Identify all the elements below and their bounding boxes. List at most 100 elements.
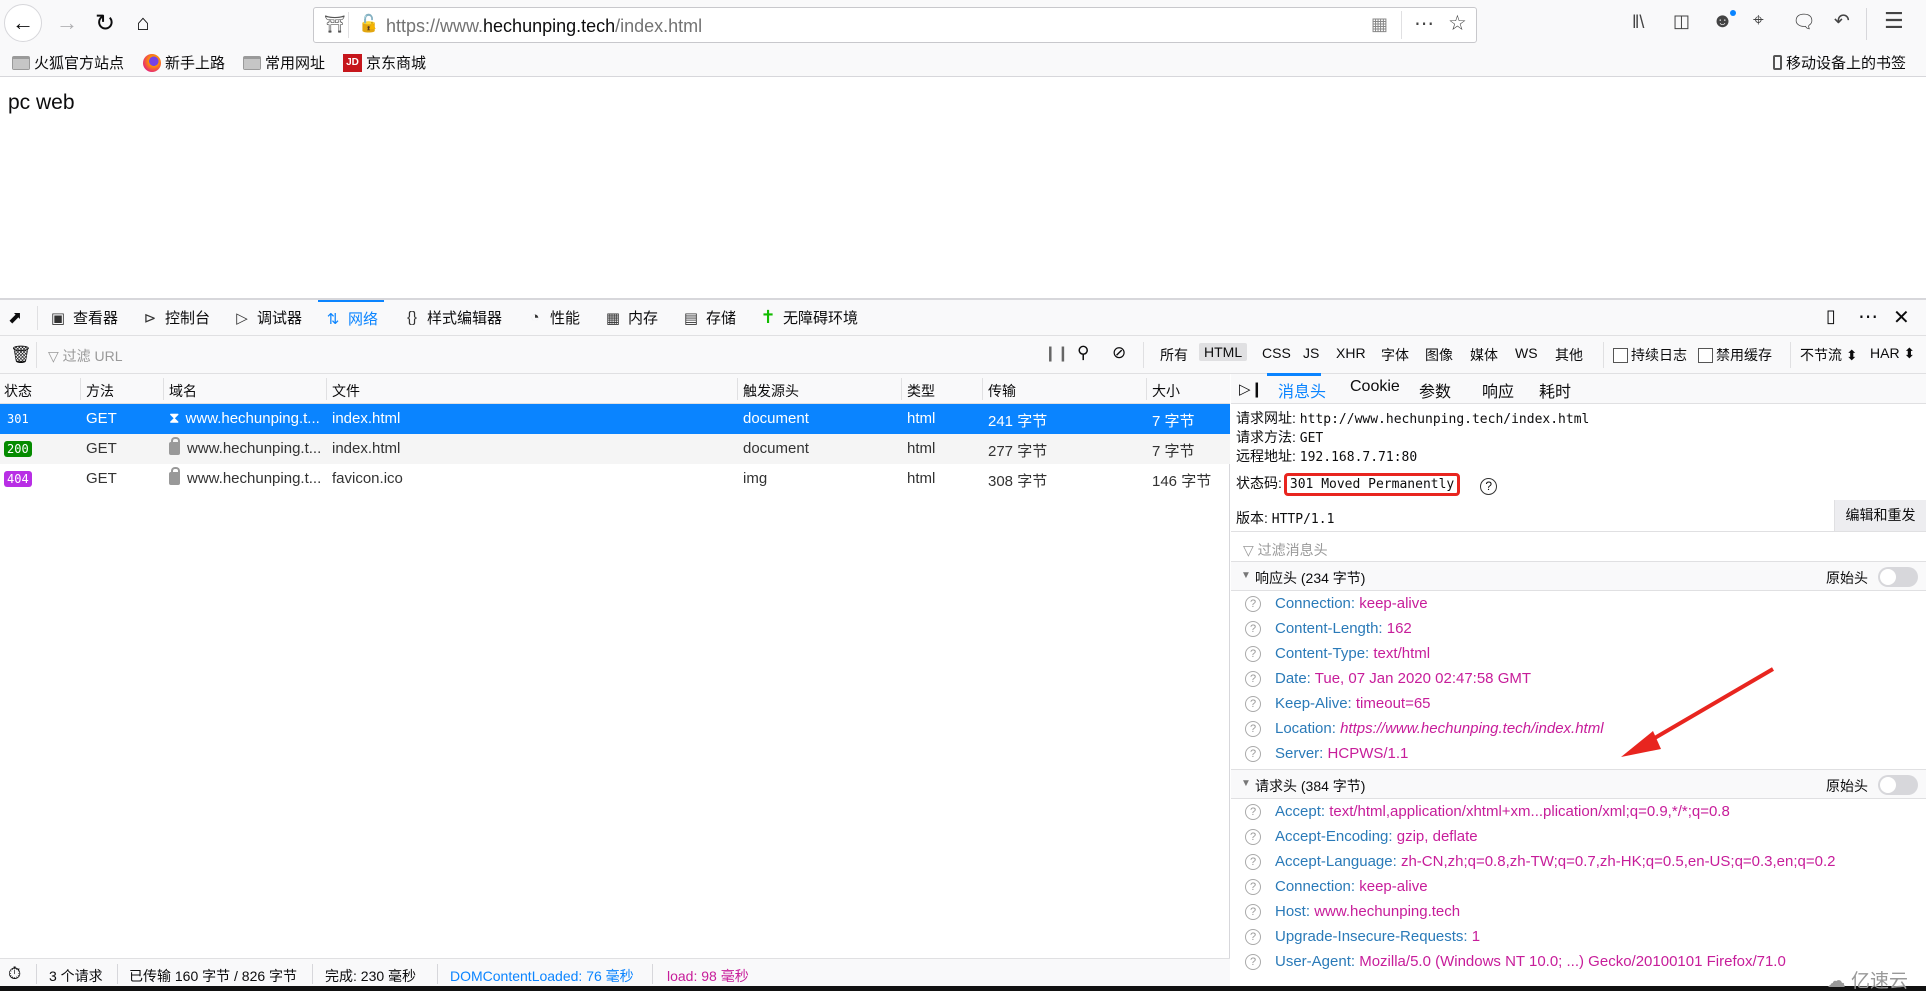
- response-headers-section[interactable]: ▼ 响应头 (234 字节) 原始头: [1231, 561, 1926, 591]
- library-icon[interactable]: ‖\: [1632, 12, 1644, 33]
- filter-ws[interactable]: WS: [1515, 345, 1538, 361]
- toggle-sidebar-icon[interactable]: ▷❙: [1239, 380, 1263, 398]
- header-row[interactable]: ? Accept: text/html,application/xhtml+xm.…: [1231, 801, 1926, 826]
- home-button[interactable]: ⌂: [126, 6, 160, 40]
- column-size[interactable]: 大小: [1152, 381, 1180, 401]
- header-row[interactable]: ? Content-Type: text/html: [1231, 643, 1926, 668]
- request-row[interactable]: 301 GET ⧗ www.hechunping.t... index.html …: [0, 404, 1230, 434]
- account-icon[interactable]: ☻: [1712, 10, 1737, 33]
- raw-headers-toggle[interactable]: [1878, 775, 1918, 795]
- header-row[interactable]: ? Connection: keep-alive: [1231, 876, 1926, 901]
- qr-code-icon[interactable]: ▦: [1371, 14, 1388, 35]
- help-icon[interactable]: ?: [1245, 904, 1261, 920]
- filter-url-input[interactable]: ▽ 过滤 URL: [48, 346, 123, 366]
- column-divider[interactable]: [901, 378, 902, 400]
- header-row[interactable]: ? Connection: keep-alive: [1231, 593, 1926, 618]
- reload-button[interactable]: ↻: [88, 6, 122, 40]
- help-icon[interactable]: ?: [1245, 596, 1261, 612]
- tab-storage[interactable]: ▤ 存储: [682, 300, 736, 335]
- help-icon[interactable]: ?: [1480, 478, 1498, 495]
- header-row[interactable]: ? Date: Tue, 07 Jan 2020 02:47:58 GMT: [1231, 668, 1926, 693]
- help-icon[interactable]: ?: [1245, 854, 1261, 870]
- filter-fonts[interactable]: 字体: [1381, 345, 1409, 365]
- column-divider[interactable]: [1146, 378, 1147, 400]
- filter-headers-input[interactable]: ▽ 过滤消息头: [1231, 531, 1926, 561]
- request-row[interactable]: 404 GET www.hechunping.t... favicon.ico …: [0, 464, 1230, 494]
- tab-console[interactable]: ⊳ 控制台: [141, 300, 210, 335]
- tab-network[interactable]: ⇅ 网络: [318, 300, 385, 335]
- pause-icon[interactable]: ❙❙: [1044, 344, 1069, 362]
- help-icon[interactable]: ?: [1245, 671, 1261, 687]
- page-actions-menu-icon[interactable]: ⋯: [1414, 11, 1434, 36]
- header-row[interactable]: ? Upgrade-Insecure-Requests: 1: [1231, 926, 1926, 951]
- undo-icon[interactable]: ↶: [1834, 10, 1850, 33]
- mobile-bookmarks[interactable]: 移动设备上的书签: [1772, 52, 1906, 73]
- filter-all[interactable]: 所有: [1160, 345, 1188, 365]
- element-picker-icon[interactable]: ⬈: [8, 308, 22, 328]
- help-icon[interactable]: ?: [1245, 954, 1261, 970]
- forward-button[interactable]: →: [50, 6, 84, 40]
- tab-timings[interactable]: 耗时: [1539, 378, 1571, 402]
- header-row[interactable]: ? Server: HCPWS/1.1: [1231, 743, 1926, 768]
- bookmark-item[interactable]: 常用网址: [243, 52, 325, 73]
- header-row[interactable]: ? Accept-Encoding: gzip, deflate: [1231, 826, 1926, 851]
- disable-cache-checkbox[interactable]: 禁用缓存: [1698, 345, 1772, 365]
- tab-inspector[interactable]: ▣ 查看器: [49, 300, 118, 335]
- block-icon[interactable]: ⊘: [1112, 343, 1126, 363]
- help-icon[interactable]: ?: [1245, 746, 1261, 762]
- column-cause[interactable]: 触发源头: [743, 381, 799, 401]
- har-menu[interactable]: HAR ⬍: [1870, 345, 1915, 362]
- search-icon[interactable]: ⚲: [1077, 343, 1089, 363]
- close-devtools-icon[interactable]: ✕: [1893, 305, 1910, 330]
- header-row[interactable]: ? User-Agent: Mozilla/5.0 (Windows NT 10.…: [1231, 951, 1926, 976]
- sidebar-icon[interactable]: ◫: [1673, 11, 1690, 32]
- tab-memory[interactable]: ▦ 内存: [604, 300, 658, 335]
- tab-style-editor[interactable]: {} 样式编辑器: [403, 300, 502, 335]
- tab-performance[interactable]: ◔ 性能: [526, 300, 580, 335]
- url-bar[interactable]: ⛩ 🔓 ▲ https://www.hechunping.tech/index.h…: [313, 7, 1477, 43]
- help-icon[interactable]: ?: [1245, 829, 1261, 845]
- filter-css[interactable]: CSS: [1262, 345, 1291, 361]
- filter-other[interactable]: 其他: [1555, 345, 1583, 365]
- tab-response[interactable]: 响应: [1482, 378, 1514, 402]
- column-domain[interactable]: 域名: [169, 381, 197, 401]
- tab-headers[interactable]: 消息头: [1278, 378, 1326, 402]
- bookmark-item[interactable]: JD 京东商城: [343, 52, 426, 73]
- tab-cookies[interactable]: Cookie: [1350, 378, 1400, 396]
- help-icon[interactable]: ?: [1245, 721, 1261, 737]
- url-text[interactable]: https://www.hechunping.tech/index.html: [386, 16, 702, 37]
- tab-debugger[interactable]: ▷ 调试器: [233, 300, 302, 335]
- help-icon[interactable]: ?: [1245, 696, 1261, 712]
- edit-and-resend-button[interactable]: 编辑和重发: [1834, 500, 1926, 531]
- help-icon[interactable]: ?: [1245, 804, 1261, 820]
- filter-media[interactable]: 媒体: [1470, 345, 1498, 365]
- column-file[interactable]: 文件: [332, 381, 360, 401]
- column-divider[interactable]: [163, 378, 164, 400]
- header-row[interactable]: ? Location: https://www.hechunping.tech/i…: [1231, 718, 1926, 743]
- header-row[interactable]: ? Content-Length: 162: [1231, 618, 1926, 643]
- filter-images[interactable]: 图像: [1425, 345, 1453, 365]
- column-method[interactable]: 方法: [86, 381, 114, 401]
- column-divider[interactable]: [326, 378, 327, 400]
- insecure-lock-icon[interactable]: 🔓 ▲: [358, 14, 379, 34]
- column-status[interactable]: 状态: [4, 381, 32, 401]
- hamburger-menu-icon[interactable]: ☰: [1884, 8, 1904, 34]
- column-type[interactable]: 类型: [907, 381, 935, 401]
- help-icon[interactable]: ?: [1245, 621, 1261, 637]
- tab-params[interactable]: 参数: [1419, 378, 1451, 402]
- throttling-select[interactable]: 不节流 ⬍: [1800, 345, 1858, 365]
- bookmark-item[interactable]: 新手上路: [143, 52, 225, 73]
- back-button[interactable]: ←: [4, 4, 42, 42]
- help-icon[interactable]: ?: [1245, 929, 1261, 945]
- chat-bubble-icon[interactable]: 🗨: [1792, 10, 1816, 34]
- bookmark-item[interactable]: 火狐官方站点: [12, 52, 124, 73]
- raw-headers-toggle[interactable]: [1878, 567, 1918, 587]
- column-transferred[interactable]: 传输: [988, 381, 1016, 401]
- header-row[interactable]: ? Keep-Alive: timeout=65: [1231, 693, 1926, 718]
- persist-logs-checkbox[interactable]: 持续日志: [1613, 345, 1687, 365]
- trash-icon[interactable]: 🗑: [10, 345, 32, 365]
- request-row[interactable]: 200 GET www.hechunping.t... index.html d…: [0, 434, 1230, 464]
- filter-js[interactable]: JS: [1303, 345, 1319, 361]
- filter-xhr[interactable]: XHR: [1336, 345, 1366, 361]
- header-row[interactable]: ? Accept-Language: zh-CN,zh;q=0.8,zh-TW;q…: [1231, 851, 1926, 876]
